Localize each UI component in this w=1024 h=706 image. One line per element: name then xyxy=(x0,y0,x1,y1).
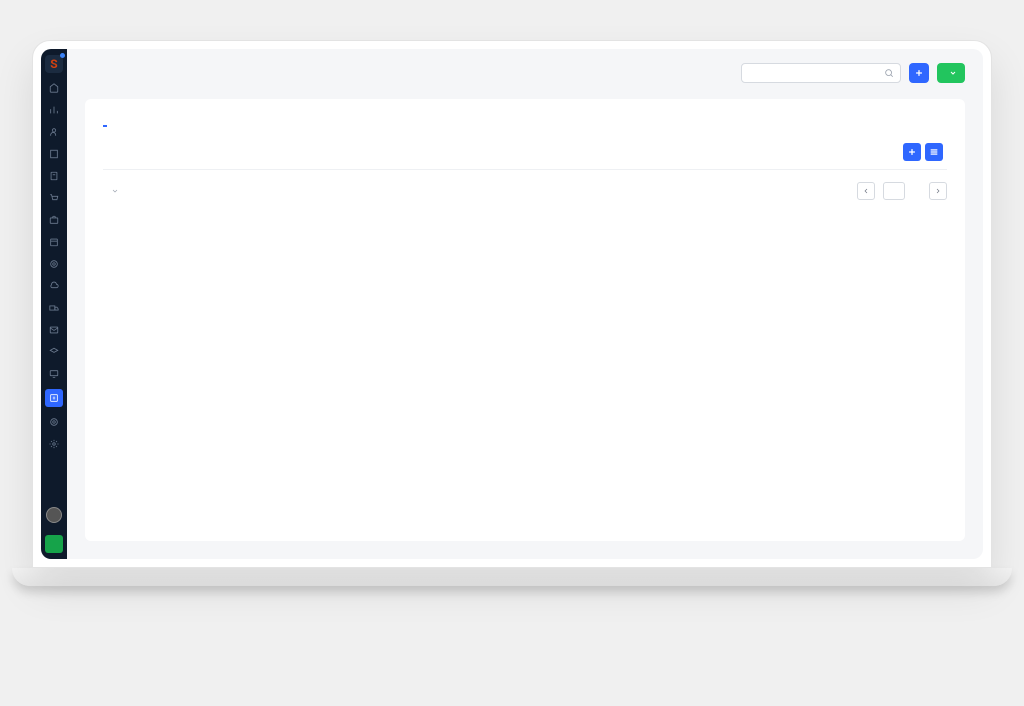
chevron-down-icon xyxy=(949,69,957,77)
filter-button[interactable] xyxy=(937,63,965,83)
add-button[interactable] xyxy=(909,63,929,83)
topbar xyxy=(67,49,983,93)
main-content xyxy=(67,49,983,559)
help-icon[interactable] xyxy=(45,535,63,553)
chevron-down-icon[interactable] xyxy=(111,187,119,195)
content-card xyxy=(85,99,965,541)
columns-button[interactable] xyxy=(925,143,943,161)
laptop-base xyxy=(12,568,1012,586)
search-input[interactable] xyxy=(741,63,901,83)
pager-prev[interactable] xyxy=(857,182,875,200)
table-footer xyxy=(85,170,965,212)
app-logo[interactable]: S xyxy=(45,55,63,73)
doc-icon[interactable] xyxy=(47,169,61,183)
briefcase-icon[interactable] xyxy=(47,213,61,227)
tabs xyxy=(85,99,965,127)
calendar-icon[interactable] xyxy=(47,235,61,249)
gear-icon[interactable] xyxy=(47,437,61,451)
table-header xyxy=(103,135,947,170)
users-icon[interactable] xyxy=(47,125,61,139)
layers-icon[interactable] xyxy=(47,345,61,359)
home-icon[interactable] xyxy=(47,81,61,95)
app-viewport: S xyxy=(41,49,983,559)
laptop-frame: S xyxy=(32,40,992,568)
monitor-icon[interactable] xyxy=(47,367,61,381)
commission-icon[interactable] xyxy=(45,389,63,407)
sidebar: S xyxy=(41,49,67,559)
add-row-button[interactable] xyxy=(903,143,921,161)
cloud-icon[interactable] xyxy=(47,279,61,293)
chart-icon[interactable] xyxy=(47,103,61,117)
pager-current[interactable] xyxy=(883,182,905,200)
link-icon[interactable] xyxy=(47,415,61,429)
pagination xyxy=(857,182,947,200)
tab-list[interactable] xyxy=(103,109,107,127)
cart-icon[interactable] xyxy=(47,191,61,205)
search-field[interactable] xyxy=(748,69,884,78)
table xyxy=(85,127,965,170)
truck-icon[interactable] xyxy=(47,301,61,315)
pager-next[interactable] xyxy=(929,182,947,200)
user-avatar-icon[interactable] xyxy=(46,507,62,523)
building-icon[interactable] xyxy=(47,147,61,161)
target-icon[interactable] xyxy=(47,257,61,271)
search-icon xyxy=(884,68,894,78)
mail-icon[interactable] xyxy=(47,323,61,337)
